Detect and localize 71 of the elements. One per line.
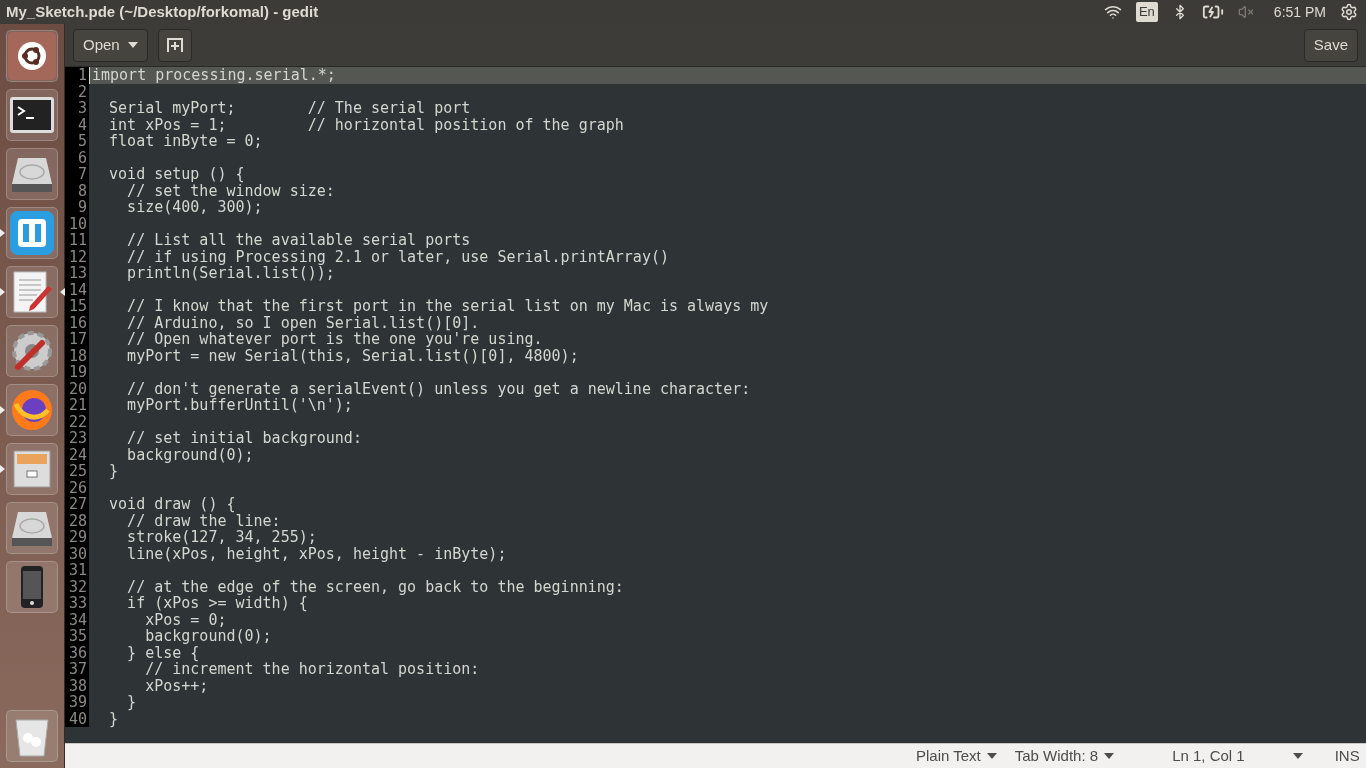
line-number: 9 [65,199,89,216]
code-line: // set initial background: [126,430,362,447]
line-number: 27 [65,496,89,513]
code-line: import processing.serial.*; [89,67,336,84]
clock[interactable]: 6:51 PM [1273,1,1326,23]
code-line: size(400, 300); [126,199,263,216]
code-line: if (xPos >= width) { [126,595,308,612]
open-button[interactable]: Open [73,28,148,62]
line-number: 17 [65,331,89,348]
code-line: void setup () { [108,166,245,183]
line-number: 5 [65,133,89,150]
line-number: 15 [65,298,89,315]
insert-mode: INS [1334,745,1360,766]
code-line: // draw the line: [126,512,281,529]
code-line: xPos = 0; [144,611,227,628]
window-title: My_Sketch.pde (~/Desktop/forkomal) - gedit [6,1,319,22]
code-line: background(0); [144,628,272,645]
new-tab-button[interactable] [157,28,192,62]
line-number: 39 [65,694,89,711]
code-line: float inByte = 0; [108,133,263,150]
line-number: 19 [65,364,89,381]
volume-muted-icon[interactable] [1237,4,1254,20]
keyboard-layout-indicator[interactable]: En [1135,2,1158,22]
code-line: } [108,710,119,727]
line-number: 13 [65,265,89,282]
code-line: line(xPos, height, xPos, height - inByte); [126,545,507,562]
code-line: } else { [126,644,200,661]
code-line: void draw () { [108,496,236,513]
code-line: stroke(127, 34, 255); [126,529,317,546]
line-number: 11 [65,232,89,249]
new-document-icon [166,38,183,52]
code-line: // at the edge of the screen, go back to the beginning: [126,578,624,595]
line-number: 37 [65,661,89,678]
code-line: // I know that the first port in the serial list on my Mac is always my [126,298,769,315]
tab-width-selector[interactable]: Tab Width: 8 [1014,744,1115,768]
code-line: } [126,694,137,711]
code-line: // Arduino, so I open Serial.list()[0]. [126,314,480,331]
code-line: // if using Processing 2.1 or later, use Serial.printArray() [126,248,669,265]
code-line: int xPos = 1; // horizontal position of the graph [108,116,624,133]
line-number: 35 [65,628,89,645]
code-line: println(Serial.list()); [126,265,335,282]
cursor-position: Ln 1, Col 1 [1172,745,1245,766]
save-button[interactable]: Save [1303,28,1358,62]
code-line: Serial myPort; // The serial port [108,100,471,117]
code-line: // don't generate a serialEvent() unless you get a newline character: [126,380,751,397]
code-line: xPos++; [144,677,209,694]
code-line: // set the window size: [126,182,335,199]
caret-icon [127,42,138,48]
caret-icon [1292,753,1303,759]
line-number: 1 [65,67,89,84]
code-line: // List all the available serial ports [126,232,471,249]
line-number: 33 [65,595,89,612]
caret-icon [986,753,997,759]
code-line: myPort.bufferUntil('\n'); [126,397,353,414]
line-number: 31 [65,562,89,579]
line-number: 23 [65,430,89,447]
line-number: 3 [65,100,89,117]
ubuntu-logo-icon[interactable] [8,32,56,80]
code-line: // increment the horizontal position: [144,661,480,678]
line-number: 7 [65,166,89,183]
language-selector[interactable]: Plain Text [916,744,997,768]
code-line: // Open whatever port is the one you're using. [126,331,543,348]
code-line: } [108,463,119,480]
code-line: background(0); [126,446,254,463]
wifi-icon[interactable] [1103,3,1122,21]
line-number: 21 [65,397,89,414]
line-number: 29 [65,529,89,546]
caret-icon [1104,753,1115,759]
line-number: 25 [65,463,89,480]
launcher-item[interactable] [0,266,65,318]
code-line: myPort = new Serial(this, Serial.list()[0], 4800); [126,347,579,364]
